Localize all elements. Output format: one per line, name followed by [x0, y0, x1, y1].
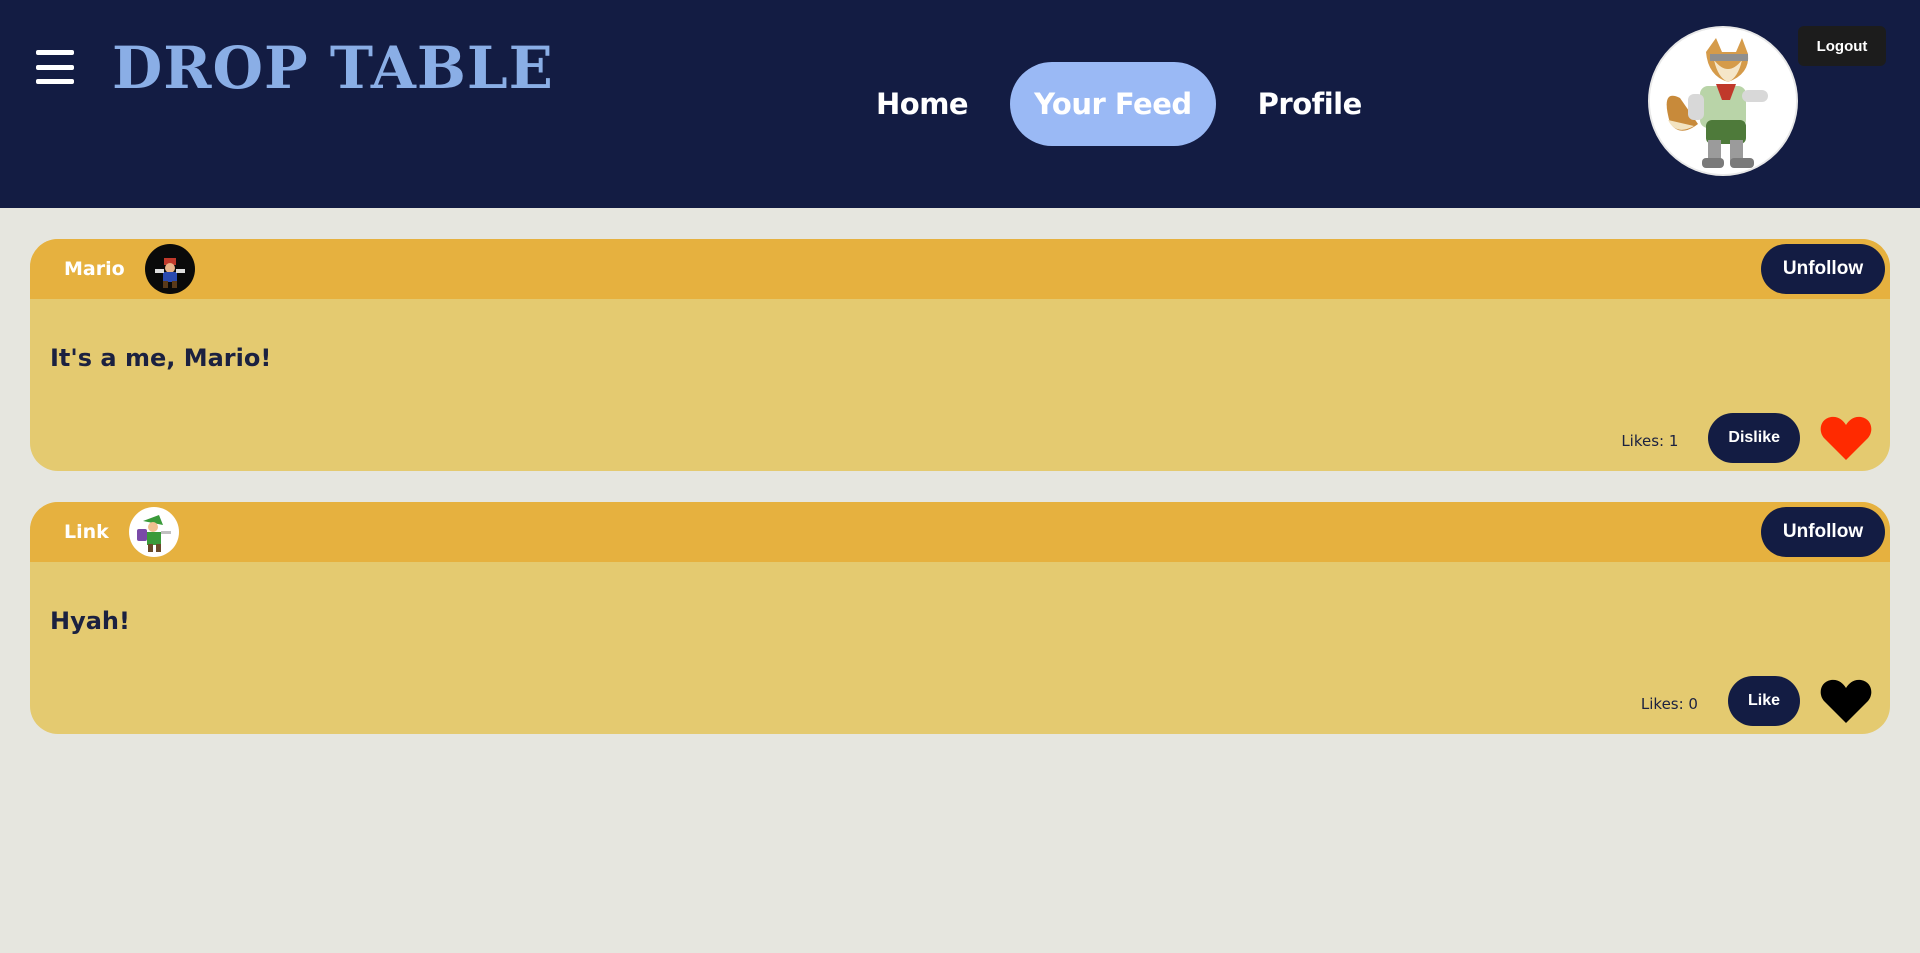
- feed-post: Link Unfollow Hyah! Likes: 0 Like: [30, 502, 1890, 734]
- link-avatar-image: [128, 507, 179, 557]
- nav-home[interactable]: Home: [852, 62, 992, 146]
- post-footer: Likes: 1 Dislike: [1621, 413, 1872, 463]
- heart-icon[interactable]: [1820, 677, 1872, 725]
- brand-title: DROP TABLE: [112, 34, 554, 102]
- post-author: Link: [64, 502, 179, 562]
- post-header: Link Unfollow: [30, 502, 1890, 562]
- likes-count: Likes: 0: [1640, 695, 1698, 713]
- post-username[interactable]: Link: [64, 521, 109, 543]
- menu-icon[interactable]: [36, 40, 78, 94]
- post-author-avatar[interactable]: [144, 244, 195, 294]
- logout-button[interactable]: Logout: [1798, 26, 1886, 66]
- nav-your-feed[interactable]: Your Feed: [1010, 62, 1216, 146]
- main-nav: Home Your Feed Profile: [852, 62, 1386, 146]
- post-header: Mario Unfollow: [30, 239, 1890, 299]
- fox-avatar-image: [1650, 28, 1796, 174]
- nav-profile[interactable]: Profile: [1234, 62, 1386, 146]
- user-avatar[interactable]: [1648, 26, 1798, 176]
- post-text: Hyah!: [50, 607, 130, 635]
- dislike-button[interactable]: Dislike: [1708, 413, 1800, 463]
- top-header: DROP TABLE Home Your Feed Profile Logout: [0, 0, 1920, 208]
- post-username[interactable]: Mario: [64, 258, 125, 280]
- unfollow-button[interactable]: Unfollow: [1761, 244, 1885, 294]
- like-button[interactable]: Like: [1727, 676, 1800, 726]
- post-author: Mario: [64, 239, 195, 299]
- post-author-avatar[interactable]: [128, 507, 179, 557]
- mario-avatar-image: [144, 244, 195, 294]
- unfollow-button[interactable]: Unfollow: [1761, 507, 1885, 557]
- likes-count: Likes: 1: [1621, 432, 1679, 450]
- post-footer: Likes: 0 Like: [1641, 676, 1872, 726]
- heart-icon[interactable]: [1820, 414, 1872, 462]
- post-text: It's a me, Mario!: [50, 344, 272, 372]
- feed-post: Mario Unfollow It's a me, Mario! Likes: …: [30, 239, 1890, 471]
